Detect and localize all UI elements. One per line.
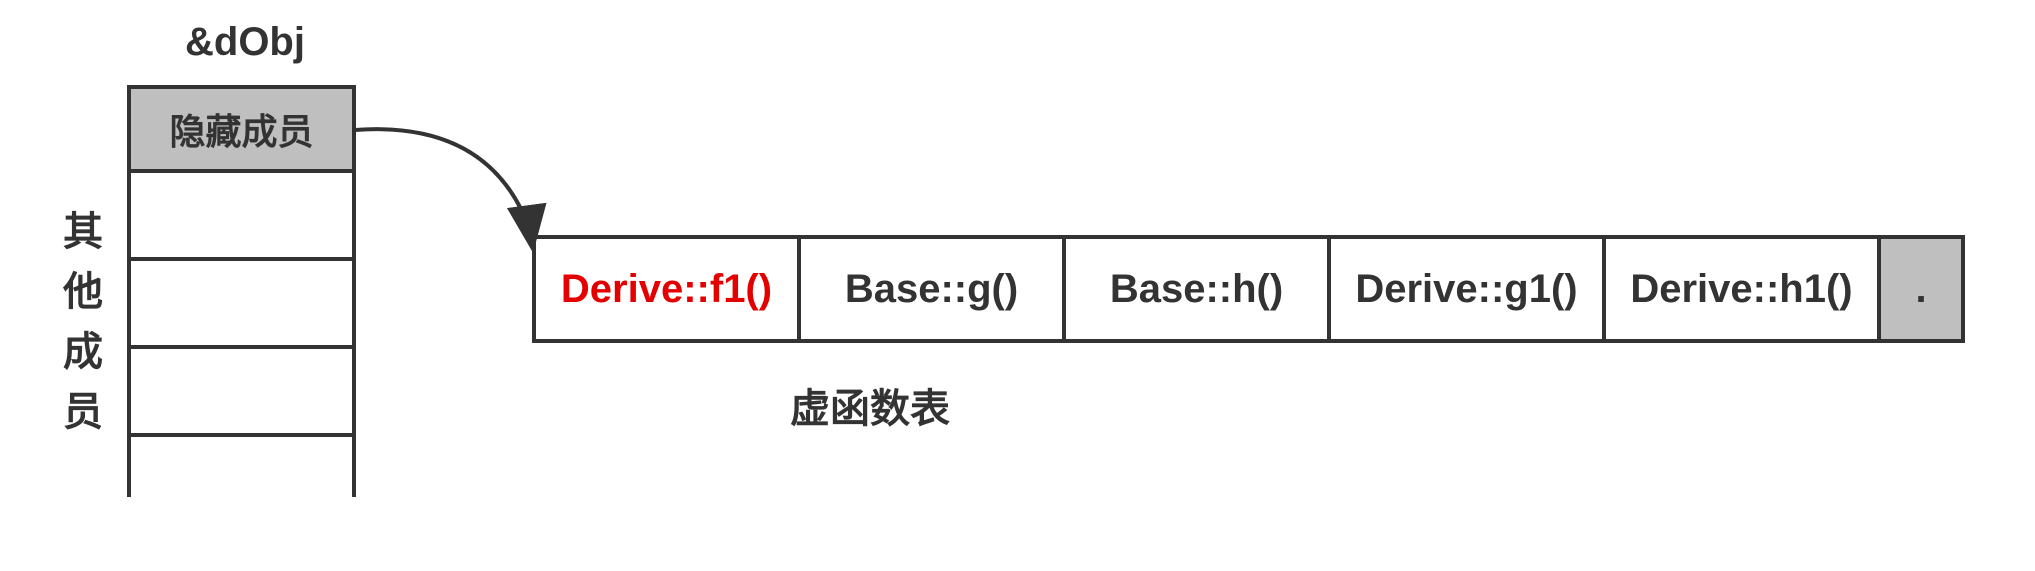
vtable-terminator: . — [1881, 239, 1961, 339]
vtable-label: 虚函数表 — [790, 376, 950, 434]
vtable-entry: Derive::h1() — [1606, 239, 1881, 339]
object-cell-open — [127, 437, 356, 497]
vtable-entry: Derive::f1() — [536, 239, 801, 339]
object-cell-empty — [127, 261, 356, 349]
object-memory-layout: 隐藏成员 — [127, 85, 356, 497]
object-cell-empty — [127, 349, 356, 437]
hidden-member-cell: 隐藏成员 — [127, 85, 356, 173]
other-members-label: 其他成员 — [50, 210, 108, 450]
vtable-entry: Base::g() — [801, 239, 1066, 339]
object-cell-empty — [127, 173, 356, 261]
vtable: Derive::f1()Base::g()Base::h()Derive::g1… — [532, 235, 1965, 343]
object-address-label: &dObj — [185, 20, 305, 65]
vtable-entry: Derive::g1() — [1331, 239, 1606, 339]
vtable-entry: Base::h() — [1066, 239, 1331, 339]
